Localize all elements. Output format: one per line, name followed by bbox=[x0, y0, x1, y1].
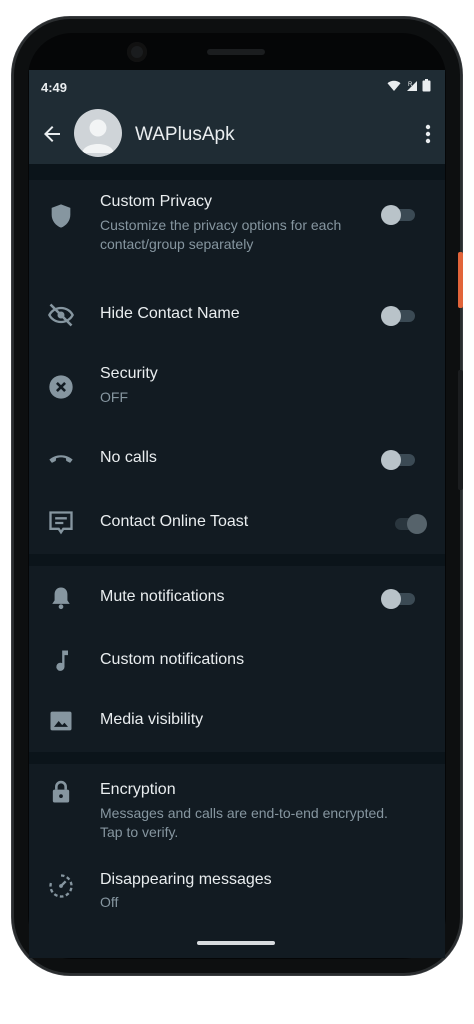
row-title: Media visibility bbox=[100, 711, 204, 728]
eye-off-icon bbox=[48, 303, 74, 327]
row-title: Security bbox=[100, 365, 158, 382]
mute-notifications-toggle[interactable] bbox=[381, 588, 417, 609]
encryption-section: Encryption Messages and calls are end-to… bbox=[29, 764, 445, 928]
contact-online-toast-toggle[interactable] bbox=[391, 513, 427, 534]
screen: 4:49 R WAPlusApk Custom Privacy Customiz… bbox=[29, 70, 445, 958]
svg-text:R: R bbox=[408, 82, 413, 88]
no-calls-toggle[interactable] bbox=[381, 449, 417, 470]
close-circle-icon bbox=[49, 375, 73, 399]
contact-online-toast-row[interactable]: Contact Online Toast bbox=[29, 498, 445, 548]
home-gesture-pill[interactable] bbox=[197, 941, 275, 945]
shield-icon bbox=[51, 204, 71, 228]
row-subtitle: Customize the privacy options for each c… bbox=[100, 217, 342, 252]
row-title: Mute notifications bbox=[100, 588, 225, 605]
default-avatar-icon bbox=[82, 119, 114, 153]
wifi-icon bbox=[387, 80, 401, 91]
custom-privacy-row[interactable]: Custom Privacy Customize the privacy opt… bbox=[29, 180, 445, 262]
hide-contact-name-row[interactable]: Hide Contact Name bbox=[29, 290, 445, 340]
row-subtitle: Messages and calls are end-to-end encryp… bbox=[100, 805, 388, 840]
music-note-icon bbox=[56, 650, 68, 671]
media-visibility-row[interactable]: Media visibility bbox=[29, 696, 445, 746]
no-calls-row[interactable]: No calls bbox=[29, 434, 445, 484]
message-icon bbox=[49, 511, 73, 535]
row-title: Hide Contact Name bbox=[100, 305, 240, 322]
app-bar: WAPlusApk bbox=[29, 104, 445, 164]
row-title: No calls bbox=[100, 449, 157, 466]
contact-name[interactable]: WAPlusApk bbox=[135, 124, 235, 146]
phone-hangup-icon bbox=[49, 455, 73, 463]
bell-icon bbox=[52, 587, 70, 610]
timer-icon bbox=[49, 874, 73, 898]
hide-contact-name-toggle[interactable] bbox=[381, 305, 417, 326]
disappearing-messages-row[interactable]: Disappearing messages Off bbox=[29, 859, 445, 919]
lock-icon bbox=[52, 780, 70, 803]
custom-privacy-toggle[interactable] bbox=[381, 204, 417, 225]
row-title: Custom notifications bbox=[100, 651, 245, 668]
image-icon bbox=[50, 711, 72, 731]
navigation-bar bbox=[29, 928, 445, 958]
volume-button bbox=[458, 370, 463, 490]
section-divider bbox=[29, 164, 445, 180]
section-divider bbox=[29, 752, 445, 764]
section-divider bbox=[29, 554, 445, 566]
privacy-section: Custom Privacy Customize the privacy opt… bbox=[29, 180, 445, 554]
more-options-icon[interactable] bbox=[425, 124, 431, 144]
notifications-section: Mute notifications Custom notifications … bbox=[29, 566, 445, 752]
row-title: Contact Online Toast bbox=[100, 513, 249, 530]
avatar[interactable] bbox=[74, 109, 122, 157]
row-subtitle: Off bbox=[100, 894, 119, 910]
row-subtitle: OFF bbox=[100, 389, 128, 405]
mute-notifications-row[interactable]: Mute notifications bbox=[29, 573, 445, 623]
row-title: Encryption bbox=[100, 781, 176, 798]
front-camera bbox=[127, 42, 147, 62]
status-bar: 4:49 R bbox=[29, 70, 445, 104]
status-icons: R bbox=[387, 79, 431, 92]
row-title: Custom Privacy bbox=[100, 193, 213, 210]
earpiece-speaker bbox=[207, 49, 265, 55]
custom-notifications-row[interactable]: Custom notifications bbox=[29, 636, 445, 686]
status-time: 4:49 bbox=[41, 80, 68, 95]
row-title: Disappearing messages bbox=[100, 871, 272, 888]
security-row[interactable]: Security OFF bbox=[29, 355, 445, 425]
encryption-row[interactable]: Encryption Messages and calls are end-to… bbox=[29, 764, 445, 844]
power-button bbox=[458, 252, 463, 308]
battery-icon bbox=[422, 79, 431, 92]
signal-icon: R bbox=[407, 80, 417, 91]
back-arrow-icon[interactable] bbox=[40, 122, 64, 146]
